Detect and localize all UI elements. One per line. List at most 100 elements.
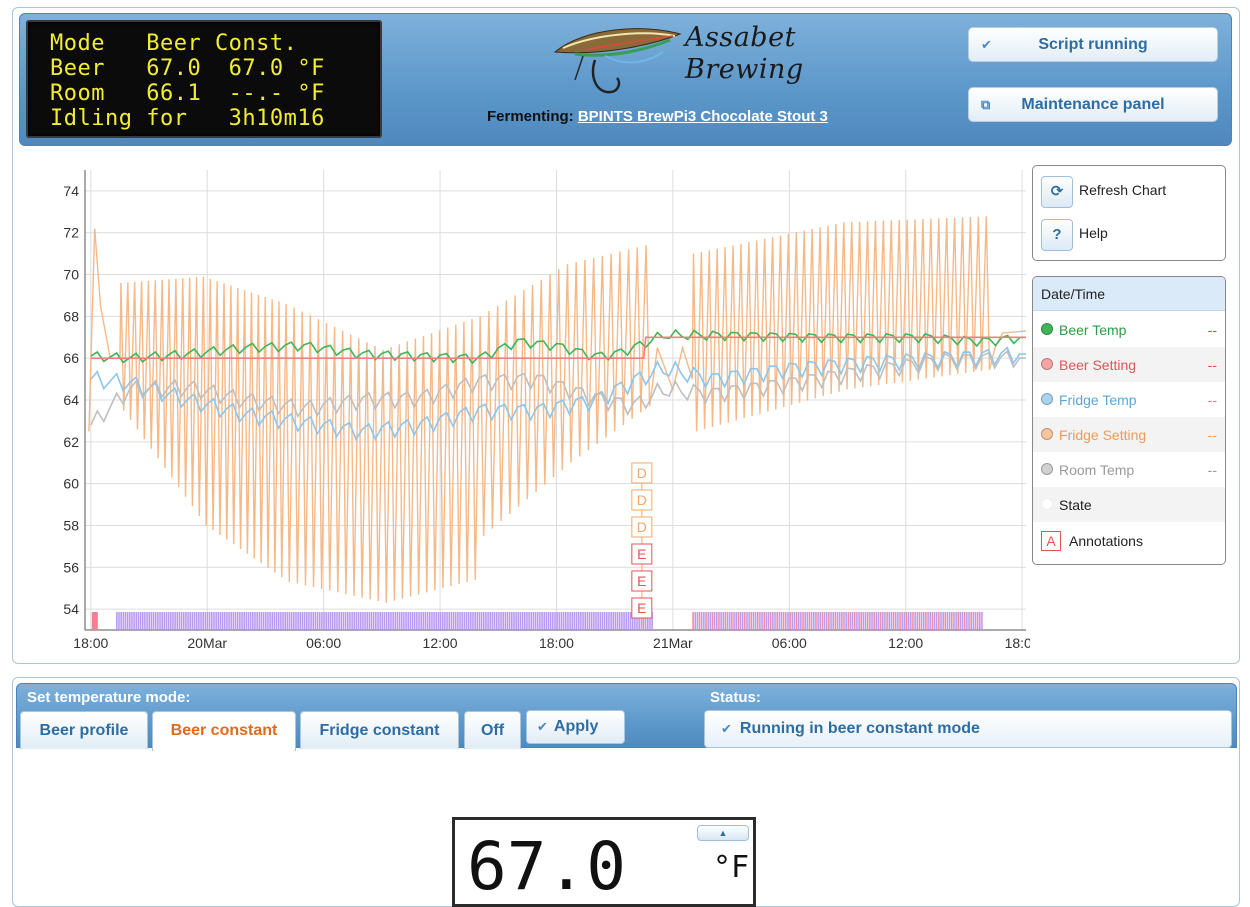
status-box: ✔ Running in beer constant mode [704, 710, 1232, 748]
legend-row-beer-temp[interactable]: Beer Temp -- [1033, 312, 1225, 347]
state-mark [577, 612, 580, 630]
state-mark [935, 612, 938, 630]
chart-legend: Date/Time Beer Temp -- Beer Setting -- F… [1032, 276, 1226, 565]
state-mark [256, 612, 258, 630]
state-mark [808, 612, 811, 630]
state-mark [929, 612, 932, 630]
state-mark [599, 612, 602, 630]
state-mark [424, 612, 427, 630]
tab-beer-constant[interactable]: Beer constant [152, 711, 296, 751]
legend-name: Fridge Setting [1059, 427, 1147, 443]
state-mark [940, 612, 942, 630]
state-mark [707, 612, 709, 630]
state-mark [334, 612, 336, 630]
y-tick-label: 54 [63, 601, 79, 617]
state-mark [603, 612, 606, 630]
state-mark [828, 612, 830, 630]
state-mark [858, 612, 860, 630]
legend-name: Beer Temp [1059, 322, 1127, 338]
legend-row-state[interactable]: State [1033, 487, 1225, 522]
state-mark [802, 612, 804, 630]
state-mark [493, 612, 496, 630]
state-mark [234, 612, 237, 630]
state-mark [957, 612, 960, 630]
legend-value: -- [1207, 357, 1217, 373]
legend-row-annotations[interactable]: A Annotations [1033, 525, 1225, 560]
state-mark [513, 612, 515, 630]
legend-row-fridge-temp[interactable]: Fridge Temp -- [1033, 382, 1225, 417]
state-mark [560, 612, 563, 630]
state-mark [920, 612, 923, 630]
state-mark [247, 612, 250, 630]
legend-name: Beer Setting [1059, 357, 1137, 373]
tab-off[interactable]: Off [464, 711, 521, 749]
state-mark [150, 612, 153, 630]
state-mark [739, 612, 742, 630]
legend-name: State [1059, 497, 1092, 513]
state-mark [515, 612, 517, 630]
state-mark [894, 612, 897, 630]
state-mark [922, 612, 925, 630]
legend-row-beer-setting[interactable]: Beer Setting -- [1033, 347, 1225, 382]
increase-button[interactable]: ▲ [697, 825, 749, 841]
state-mark [532, 612, 535, 630]
legend-row-room-temp[interactable]: Room Temp -- [1033, 452, 1225, 487]
state-mark [610, 612, 612, 630]
state-mark [439, 612, 442, 630]
maintenance-panel-button[interactable]: ⧉ Maintenance panel [968, 87, 1218, 122]
state-mark [290, 612, 293, 630]
state-mark [435, 612, 438, 630]
state-mark [597, 612, 599, 630]
legend-row-fridge-setting[interactable]: Fridge Setting -- [1033, 417, 1225, 452]
state-mark [487, 612, 489, 630]
status-text: Running in beer constant mode [739, 720, 980, 737]
state-mark [800, 612, 802, 630]
state-mark [569, 612, 571, 630]
state-mark [511, 612, 513, 630]
apply-label: Apply [553, 718, 599, 735]
state-mark [750, 612, 753, 630]
state-mark [159, 612, 161, 630]
temperature-chart[interactable]: 54 56 58 60 62 64 66 68 70 72 74 18:00 20Mar 06:00 12:… [40, 160, 1030, 660]
state-mark [165, 612, 168, 630]
state-mark [230, 612, 233, 630]
state-mark [226, 612, 228, 630]
script-running-label: Script running [1038, 36, 1148, 53]
help-button[interactable]: ? [1041, 219, 1073, 251]
state-mark [838, 612, 841, 630]
state-mark [720, 612, 722, 630]
state-mark [383, 612, 386, 630]
state-mark [284, 612, 286, 630]
logo-line-1: Assabet [685, 22, 796, 53]
state-mark [223, 612, 226, 630]
mode-title: Set temperature mode: [27, 689, 191, 706]
setpoint-value[interactable]: 67.0 [467, 832, 626, 902]
state-mark [810, 612, 813, 630]
state-mark [489, 612, 492, 630]
state-mark [621, 612, 623, 630]
apply-button[interactable]: ✔ Apply [526, 710, 625, 744]
state-mark [221, 612, 224, 630]
fridge-temp-dot-icon [1041, 393, 1053, 405]
state-mark [124, 612, 127, 630]
state-mark [305, 612, 308, 630]
refresh-chart-label: Refresh Chart [1079, 182, 1167, 198]
legend-value: -- [1207, 322, 1217, 338]
script-running-button[interactable]: ✔ Script running [968, 27, 1218, 62]
check-icon: ✔ [537, 719, 548, 734]
setpoint-unit: °F [713, 850, 750, 885]
tab-beer-profile[interactable]: Beer profile [20, 711, 148, 749]
state-mark [726, 612, 729, 630]
state-mark [418, 612, 420, 630]
state-mark [398, 612, 401, 630]
state-mark [849, 612, 852, 630]
state-mark [944, 612, 947, 630]
refresh-chart-button[interactable]: ⟳ [1041, 176, 1073, 208]
tab-fridge-constant[interactable]: Fridge constant [300, 711, 459, 749]
beer-name-link[interactable]: BPINTS BrewPi3 Chocolate Stout 3 [578, 108, 828, 125]
state-mark [787, 612, 789, 630]
state-mark [605, 612, 608, 630]
state-mark [543, 612, 546, 630]
lcd-line-2: Beer 67.0 67.0 °F [50, 56, 325, 81]
state-mark [853, 612, 856, 630]
